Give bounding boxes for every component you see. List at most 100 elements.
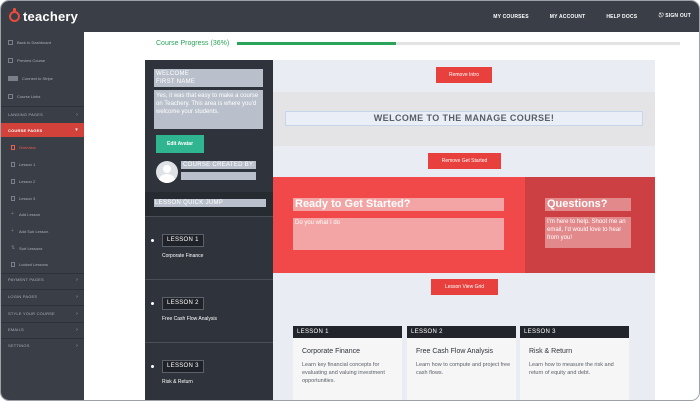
course-created-by-field[interactable]: COURSE CREATED BY: [181,161,256,169]
sidebar-item-label: Overview [19,144,36,150]
logo[interactable]: teachery [9,8,78,24]
sidebar-item-add-lesson[interactable]: + Add Lesson [1,209,84,219]
chevron-right-icon: › [76,310,78,317]
section-label: SETTINGS [8,343,30,348]
sidebar-item-sort-lessons[interactable]: ⇅ Sort Lessons [1,243,84,253]
top-nav: MY COURSES MY ACCOUNT HELP DOCS ⎋ SIGN OU… [472,1,691,32]
sidebar-back-to-dashboard[interactable]: Back to Dashboard [1,37,84,47]
nav-help-docs[interactable]: HELP DOCS [606,14,637,20]
sidebar-connect-stripe[interactable]: Connect to Stripe [1,73,84,83]
stripe-icon [8,75,18,81]
page-icon [11,144,15,150]
sidebar-section-payment-pages[interactable]: PAYMENT PAGES › [1,274,84,285]
sidebar-item-locked-lessons[interactable]: Locked Lessons [1,259,84,269]
sidebar-item-label: Locked Lessons [19,261,48,267]
lesson-title: Risk & Return [162,379,193,385]
quick-jump-lesson-1[interactable]: LESSON 1 Corporate Finance [145,216,273,279]
page-icon [11,178,15,184]
sidebar-divider [1,289,84,290]
course-preview: WELCOME FIRST NAME Yes, it was that easy… [145,60,655,400]
lesson-view-grid-button[interactable]: Lesson View Grid [431,279,498,295]
sidebar-section-landing-pages[interactable]: LANDING PAGES › [1,109,84,120]
edit-avatar-button[interactable]: Edit Avatar [156,135,204,153]
sidebar-section-style-your-course[interactable]: STYLE YOUR COURSE › [1,308,84,319]
page-icon [11,195,15,201]
sidebar-item-label: Connect to Stripe [22,75,53,81]
card-description: Learn how to compute and project free ca… [416,362,511,376]
lesson-card-2[interactable]: LESSON 2 Free Cash Flow Analysis Learn h… [407,326,516,400]
creator-name-field[interactable] [181,172,256,180]
eye-icon [8,57,13,63]
sidebar-item-label: Course Links [17,93,41,99]
main-content: Course Progress (36%) WELCOME FIRST NAME… [84,32,699,400]
lesson-title: Corporate Finance [162,253,204,259]
lesson-quick-jump: LESSON QUICK JUMP [145,192,273,216]
section-label: COURSE PAGES [8,127,43,133]
arrow-left-icon [8,39,13,45]
sidebar-section-course-pages[interactable]: COURSE PAGES ▾ [1,123,84,137]
get-started-section: Ready to Get Started? Do you what I do [273,177,525,273]
sidebar-item-label: Lesson 2 [19,178,36,184]
sidebar-section-login-pages[interactable]: LOGIN PAGES › [1,291,84,302]
intro-text-field[interactable]: Yes, it was that easy to make a course o… [154,90,263,129]
card-title: Corporate Finance [302,348,360,355]
sign-out-icon: ⎋ [658,13,664,19]
remove-intro-button[interactable]: Remove Intro [436,67,492,83]
lesson-card-3[interactable]: LESSON 3 Risk & Return Learn how to meas… [520,326,629,400]
sidebar-item-lesson-1[interactable]: Lesson 1 [1,159,84,169]
card-description: Learn key financial concepts for evaluat… [302,362,385,384]
sidebar-item-label: Add Sub Lesson [19,228,49,234]
sidebar-divider [1,322,84,323]
quick-jump-lesson-2[interactable]: LESSON 2 Free Cash Flow Analysis [145,279,273,342]
bullet-icon [151,302,154,305]
sidebar-course-links[interactable]: Course Links [1,91,84,101]
plus-icon: + [11,211,14,217]
questions-section: Questions? I'm here to help. Shoot me an… [525,177,655,273]
sidebar: Back to Dashboard Preview Course Connect… [1,32,84,400]
get-started-body-field[interactable]: Do you what I do [293,218,504,250]
chevron-right-icon: › [76,326,78,333]
quick-jump-lesson-3[interactable]: LESSON 3 Risk & Return [145,342,273,400]
sidebar-item-lesson-3[interactable]: Lesson 3 [1,193,84,203]
nav-sign-out[interactable]: ⎋ SIGN OUT [658,13,691,20]
sidebar-divider [1,305,84,306]
plus-icon: + [11,228,14,234]
sidebar-item-overview[interactable]: Overview [1,142,84,152]
remove-get-started-button[interactable]: Remove Get Started [428,153,501,169]
lesson-label: LESSON 1 [162,234,204,247]
course-progress-fill [237,42,397,45]
top-bar: teachery MY COURSES MY ACCOUNT HELP DOCS… [1,1,699,32]
chevron-right-icon: › [76,293,78,300]
section-label: LANDING PAGES [8,112,43,117]
sidebar-item-label: Add Lesson [19,211,41,217]
sidebar-section-settings[interactable]: SETTINGS › [1,340,84,351]
questions-body-field[interactable]: I'm here to help. Shoot me an email, I'd… [545,217,631,248]
sidebar-item-add-sub-lesson[interactable]: + Add Sub Lesson [1,226,84,236]
card-label: LESSON 1 [293,326,402,338]
sidebar-section-emails[interactable]: EMAILS › [1,324,84,335]
sidebar-item-lesson-2[interactable]: Lesson 2 [1,176,84,186]
welcome-field[interactable]: WELCOME FIRST NAME [154,69,263,87]
progress-percent-text: (36%) [210,40,230,47]
nav-my-account[interactable]: MY ACCOUNT [550,14,586,20]
bullet-icon [151,239,154,242]
sidebar-item-label: Preview Course [17,57,46,63]
sign-out-label: SIGN OUT [665,13,691,19]
lesson-label: LESSON 2 [162,297,204,310]
quick-jump-label[interactable]: LESSON QUICK JUMP [154,199,266,207]
sort-icon: ⇅ [11,245,16,251]
nav-my-courses[interactable]: MY COURSES [493,14,529,20]
first-name-text: FIRST NAME [156,79,196,85]
card-title: Risk & Return [529,348,573,355]
chevron-right-icon: › [76,342,78,349]
welcome-heading-field[interactable]: WELCOME TO THE MANAGE COURSE! [285,111,643,126]
sidebar-preview-course[interactable]: Preview Course [1,55,84,65]
get-started-title-field[interactable]: Ready to Get Started? [293,198,504,211]
questions-title-field[interactable]: Questions? [545,198,631,211]
section-label: EMAILS [8,327,24,332]
lesson-card-1[interactable]: LESSON 1 Corporate Finance Learn key fin… [293,326,402,400]
chevron-down-icon: ▾ [75,127,78,133]
course-progress-label: Course Progress (36%) [156,40,229,47]
avatar [156,161,178,183]
welcome-text: WELCOME [156,71,190,77]
